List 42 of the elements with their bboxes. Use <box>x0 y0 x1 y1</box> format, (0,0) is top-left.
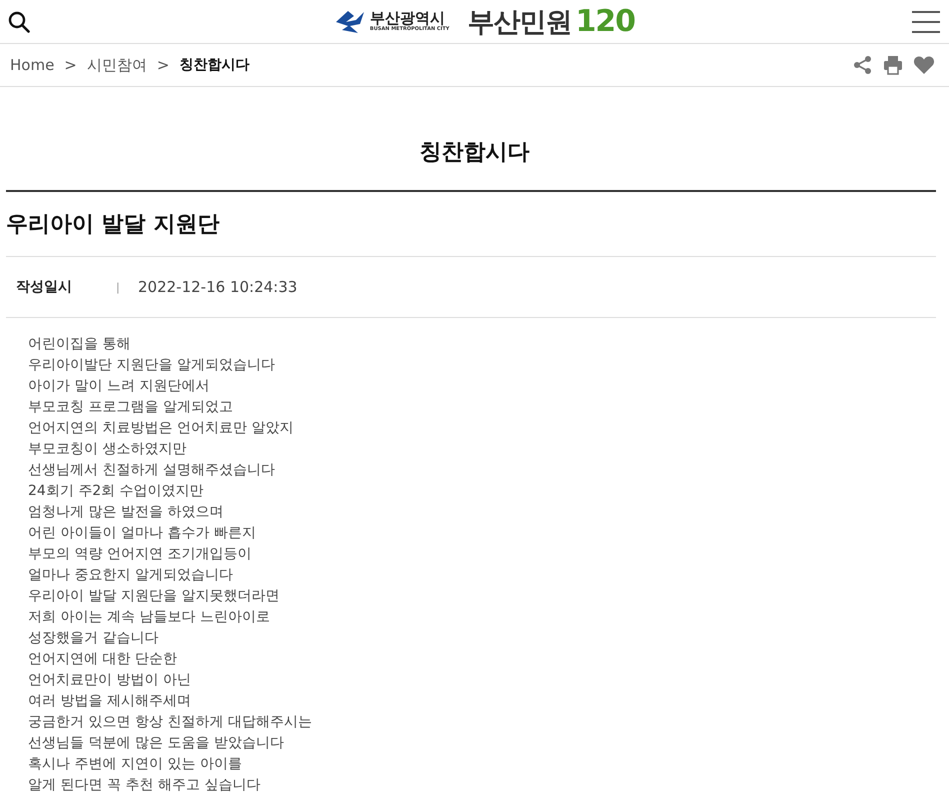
service-number: 120 <box>575 4 636 39</box>
post-body-line: 부모코칭이 생소하였지만 <box>28 440 188 459</box>
meta-separator: | <box>116 280 121 294</box>
breadcrumb-link[interactable]: 칭찬합시다 <box>179 56 250 74</box>
post-body-line: 부모의 역량 언어지연 조기개입등이 <box>28 545 252 564</box>
service-logo-text: 부산민원 <box>467 6 572 40</box>
breadcrumb-separator: > <box>156 56 170 74</box>
meta-label: 작성일시 <box>15 278 73 296</box>
post-title: 우리아이 발달 지원단 <box>6 192 936 257</box>
menu-button[interactable] <box>910 10 941 34</box>
post-body-line: 우리아이 발달 지원단을 알지못했더라면 <box>28 587 280 606</box>
post-body-line: 선생님께서 친절하게 설명해주셨습니다 <box>28 461 276 480</box>
search-icon <box>8 10 30 32</box>
share-icon[interactable] <box>853 55 873 75</box>
post-body-line: 궁금한거 있으면 항상 친절하게 대답해주시는 <box>28 713 313 732</box>
breadcrumb-link[interactable]: 시민참여 <box>86 56 147 74</box>
post-body-line: 우리아이발단 지원단을 알게되었습니다 <box>28 356 276 375</box>
menu-icon <box>910 10 941 34</box>
post-body-line: 혹시나 주변에 지연이 있는 아이를 <box>28 755 243 774</box>
post-body-line: 언어지연에 대한 단순한 <box>28 650 178 669</box>
search-button[interactable] <box>8 10 30 32</box>
post-body-line: 24회기 주2회 수업이였지만 <box>28 482 205 501</box>
city-name: 부산광역시 <box>370 10 445 26</box>
post-body-line: 언어지연의 치료방법은 언어치료만 알았지 <box>28 419 294 438</box>
post-body-line: 선생님들 덕분에 많은 도움을 받았습니다 <box>28 734 285 753</box>
post-body-line: 엄청나게 많은 발전을 하였으며 <box>28 503 224 522</box>
heart-icon[interactable] <box>913 55 935 75</box>
page-title: 칭찬합시다 <box>418 139 530 167</box>
post-body-line: 얼마나 중요한지 알게되었습니다 <box>28 566 234 585</box>
meta-value: 2022-12-16 10:24:33 <box>138 278 298 296</box>
post-body-line: 언어치료만이 방법이 아닌 <box>28 671 192 690</box>
post-body-line: 성장했을거 같습니다 <box>28 629 160 648</box>
post-body-line: 알게 된다면 꼭 추천 해주고 싶습니다 <box>28 776 262 795</box>
post-body-line: 어린이집을 통해 <box>28 335 132 354</box>
breadcrumb-link[interactable]: Home <box>10 56 54 74</box>
post-body-line: 저희 아이는 계속 남들보다 느린아이로 <box>28 608 271 627</box>
breadcrumb-separator: > <box>64 56 77 74</box>
post-body-line: 어린 아이들이 얼마나 흡수가 빠른지 <box>28 524 257 543</box>
post-body-line: 아이가 말이 느려 지원단에서 <box>28 377 210 396</box>
print-icon[interactable] <box>883 55 903 75</box>
post-body-line: 여러 방법을 제시해주세며 <box>28 692 192 711</box>
post-body-line: 부모코칭 프로그램을 알게되었고 <box>28 398 234 417</box>
